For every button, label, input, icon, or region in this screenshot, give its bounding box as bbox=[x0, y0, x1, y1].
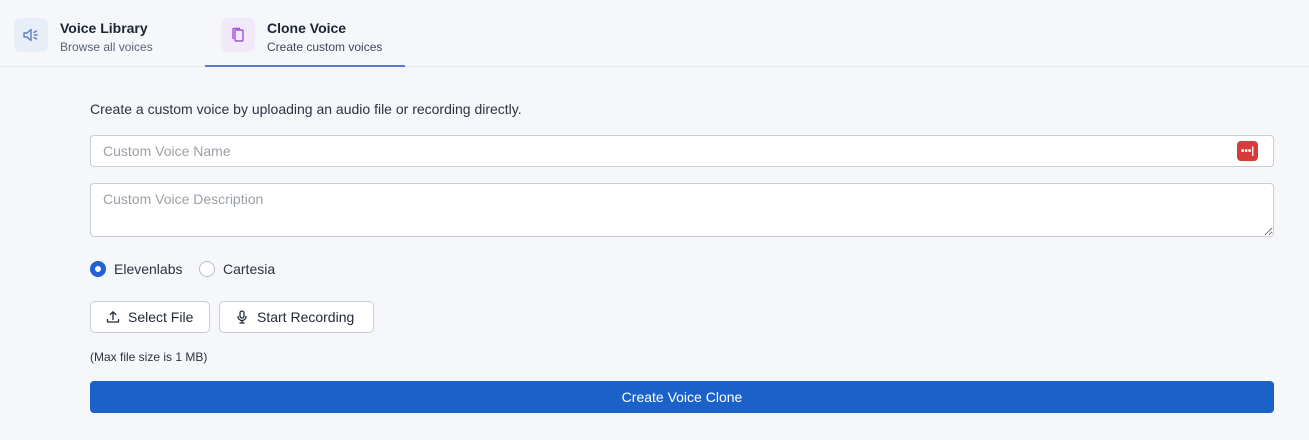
tab-bar: Voice Library Browse all voices Clone Vo… bbox=[0, 0, 1309, 67]
provider-radio-elevenlabs[interactable]: Elevenlabs bbox=[90, 260, 183, 278]
tab-clone-voice[interactable]: Clone Voice Create custom voices bbox=[205, 0, 405, 67]
tab-clone-voice-subtitle: Create custom voices bbox=[267, 40, 383, 54]
radio-selected-indicator[interactable] bbox=[90, 261, 106, 277]
custom-voice-description-input[interactable] bbox=[90, 183, 1274, 237]
intro-text: Create a custom voice by uploading an au… bbox=[90, 101, 522, 117]
custom-voice-name-input[interactable] bbox=[90, 135, 1274, 167]
provider-label-cartesia: Cartesia bbox=[223, 261, 276, 277]
start-recording-label: Start Recording bbox=[257, 309, 355, 325]
radio-unselected-indicator[interactable] bbox=[199, 261, 215, 277]
tab-clone-voice-title: Clone Voice bbox=[267, 20, 347, 36]
password-manager-icon[interactable]: •••| bbox=[1237, 141, 1258, 161]
tab-voice-library-title: Voice Library bbox=[60, 20, 148, 36]
upload-icon bbox=[106, 310, 120, 324]
create-voice-clone-button[interactable]: Create Voice Clone bbox=[90, 381, 1274, 413]
tab-voice-library[interactable]: Voice Library Browse all voices bbox=[0, 0, 200, 66]
select-file-button[interactable]: Select File bbox=[90, 301, 210, 333]
tab-voice-library-subtitle: Browse all voices bbox=[60, 40, 153, 54]
active-tab-indicator bbox=[205, 65, 405, 67]
file-size-note: (Max file size is 1 MB) bbox=[90, 350, 208, 364]
copy-icon bbox=[221, 18, 255, 52]
microphone-icon bbox=[235, 310, 249, 324]
provider-label-elevenlabs: Elevenlabs bbox=[114, 261, 183, 277]
start-recording-button[interactable]: Start Recording bbox=[219, 301, 374, 333]
create-voice-clone-label: Create Voice Clone bbox=[621, 389, 743, 405]
select-file-label: Select File bbox=[128, 309, 194, 325]
speaker-icon bbox=[14, 18, 48, 52]
provider-radio-cartesia[interactable]: Cartesia bbox=[199, 260, 275, 278]
